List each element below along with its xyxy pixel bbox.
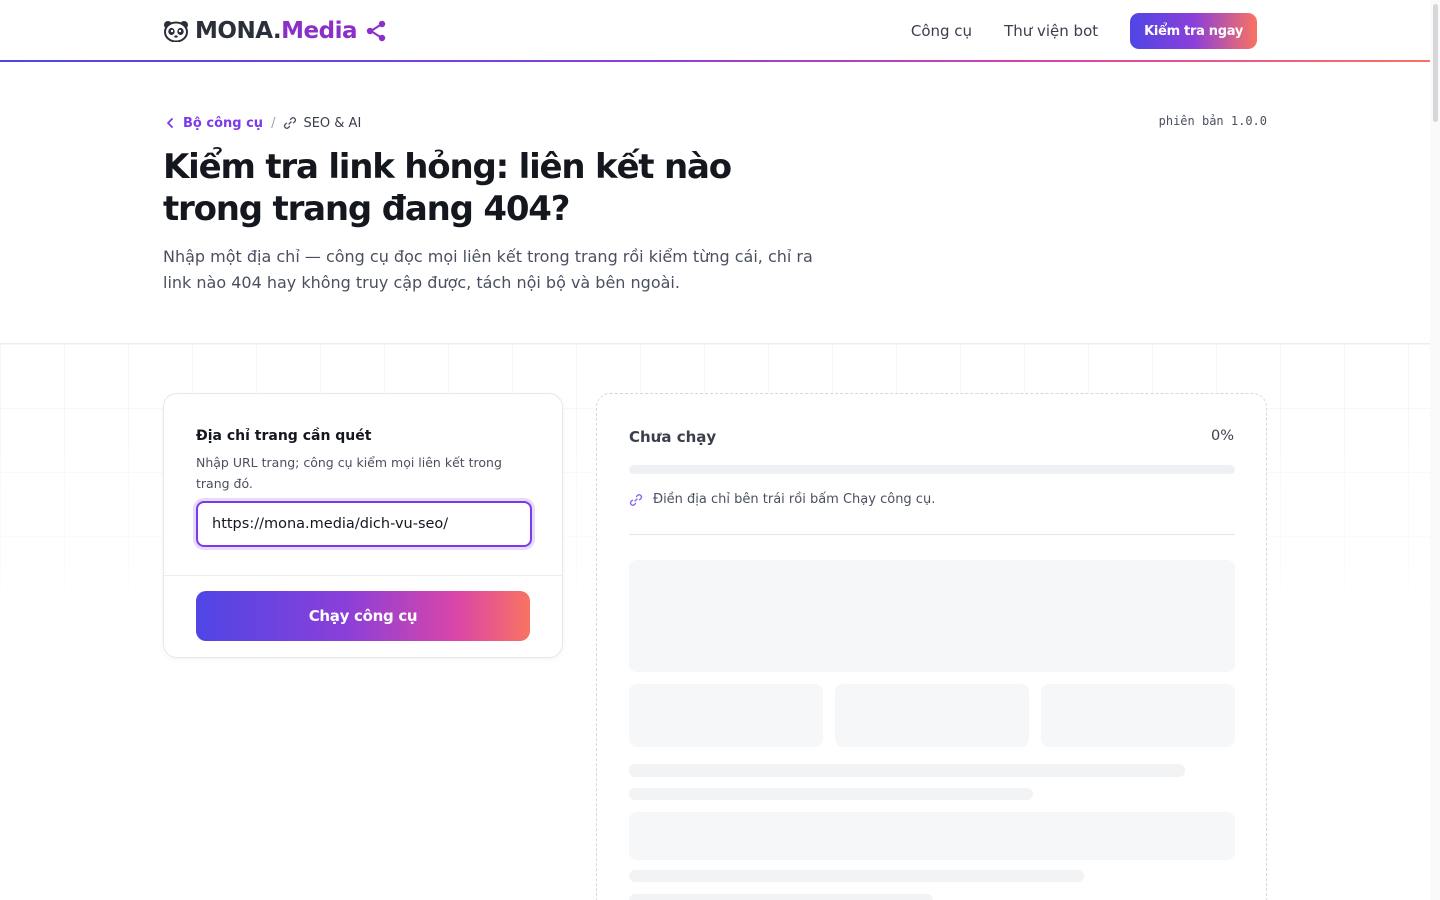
- url-field-help: Nhập URL trang; công cụ kiểm mọi liên kế…: [196, 455, 502, 491]
- header-gradient-line: [0, 60, 1430, 62]
- hint-message: Điền địa chỉ bên trái rồi bấm Chạy công …: [629, 492, 935, 507]
- breadcrumb-current: SEO & AI: [303, 115, 362, 131]
- breadcrumb-separator: /: [271, 115, 276, 131]
- share-icon: [366, 20, 386, 42]
- skeleton-text-line: [629, 894, 933, 900]
- progress-bar: [629, 465, 1235, 474]
- url-input[interactable]: [196, 501, 532, 547]
- breadcrumb-tools-link[interactable]: Bộ công cụ: [183, 116, 263, 131]
- skeleton-text-line: [629, 870, 1084, 882]
- skeleton-summary-block: [629, 560, 1235, 672]
- page-subtitle: Nhập một địa chỉ — công cụ đọc mọi liên …: [163, 247, 813, 292]
- breadcrumb: Bộ công cụ / SEO & AI: [163, 114, 361, 132]
- nav-bot-library-link[interactable]: Thư viện bot: [1004, 22, 1098, 40]
- chevron-left-icon[interactable]: [163, 116, 177, 130]
- card-divider: [164, 575, 562, 576]
- status-label: Chưa chạy: [629, 428, 717, 446]
- run-tool-button[interactable]: Chạy công cụ: [196, 591, 530, 641]
- main-nav: Công cụ Thư viện bot Kiểm tra ngay: [911, 13, 1257, 49]
- url-input-card: Địa chỉ trang cần quét Nhập URL trang; c…: [163, 393, 563, 658]
- skeleton-stat-card: [1041, 684, 1235, 747]
- page-title: Kiểm tra link hỏng: liên kết nào trong t…: [163, 147, 732, 229]
- logo-media-text: Media: [281, 18, 358, 44]
- result-panel: Chưa chạy 0% Điền địa chỉ bên trái rồi b…: [596, 393, 1267, 900]
- site-header: MONA.Media Công cụ Thư viện bot Kiểm tra…: [0, 0, 1430, 62]
- link-icon: [284, 117, 297, 129]
- progress-percent: 0%: [1210, 428, 1234, 444]
- nav-tools-link[interactable]: Công cụ: [911, 22, 972, 40]
- panda-logo-icon: [164, 21, 188, 42]
- skeleton-text-line: [629, 764, 1185, 777]
- check-now-button[interactable]: Kiểm tra ngay: [1130, 13, 1257, 49]
- url-field-label: Địa chỉ trang cần quét: [196, 428, 372, 444]
- hint-text: Điền địa chỉ bên trái rồi bấm Chạy công …: [653, 492, 936, 507]
- logo-mona-text: MONA.: [195, 18, 282, 44]
- skeleton-text-line: [629, 788, 1033, 800]
- page-scrollbar[interactable]: [1430, 0, 1440, 900]
- logo[interactable]: MONA.Media: [163, 16, 387, 46]
- skeleton-row-block: [629, 812, 1235, 860]
- link-icon: [629, 493, 643, 506]
- panel-divider: [629, 534, 1235, 535]
- skeleton-stat-card: [629, 684, 823, 747]
- skeleton-stat-card: [835, 684, 1029, 747]
- scrollbar-thumb[interactable]: [1433, 4, 1438, 122]
- version-label: phiên bản 1.0.0: [1158, 114, 1267, 128]
